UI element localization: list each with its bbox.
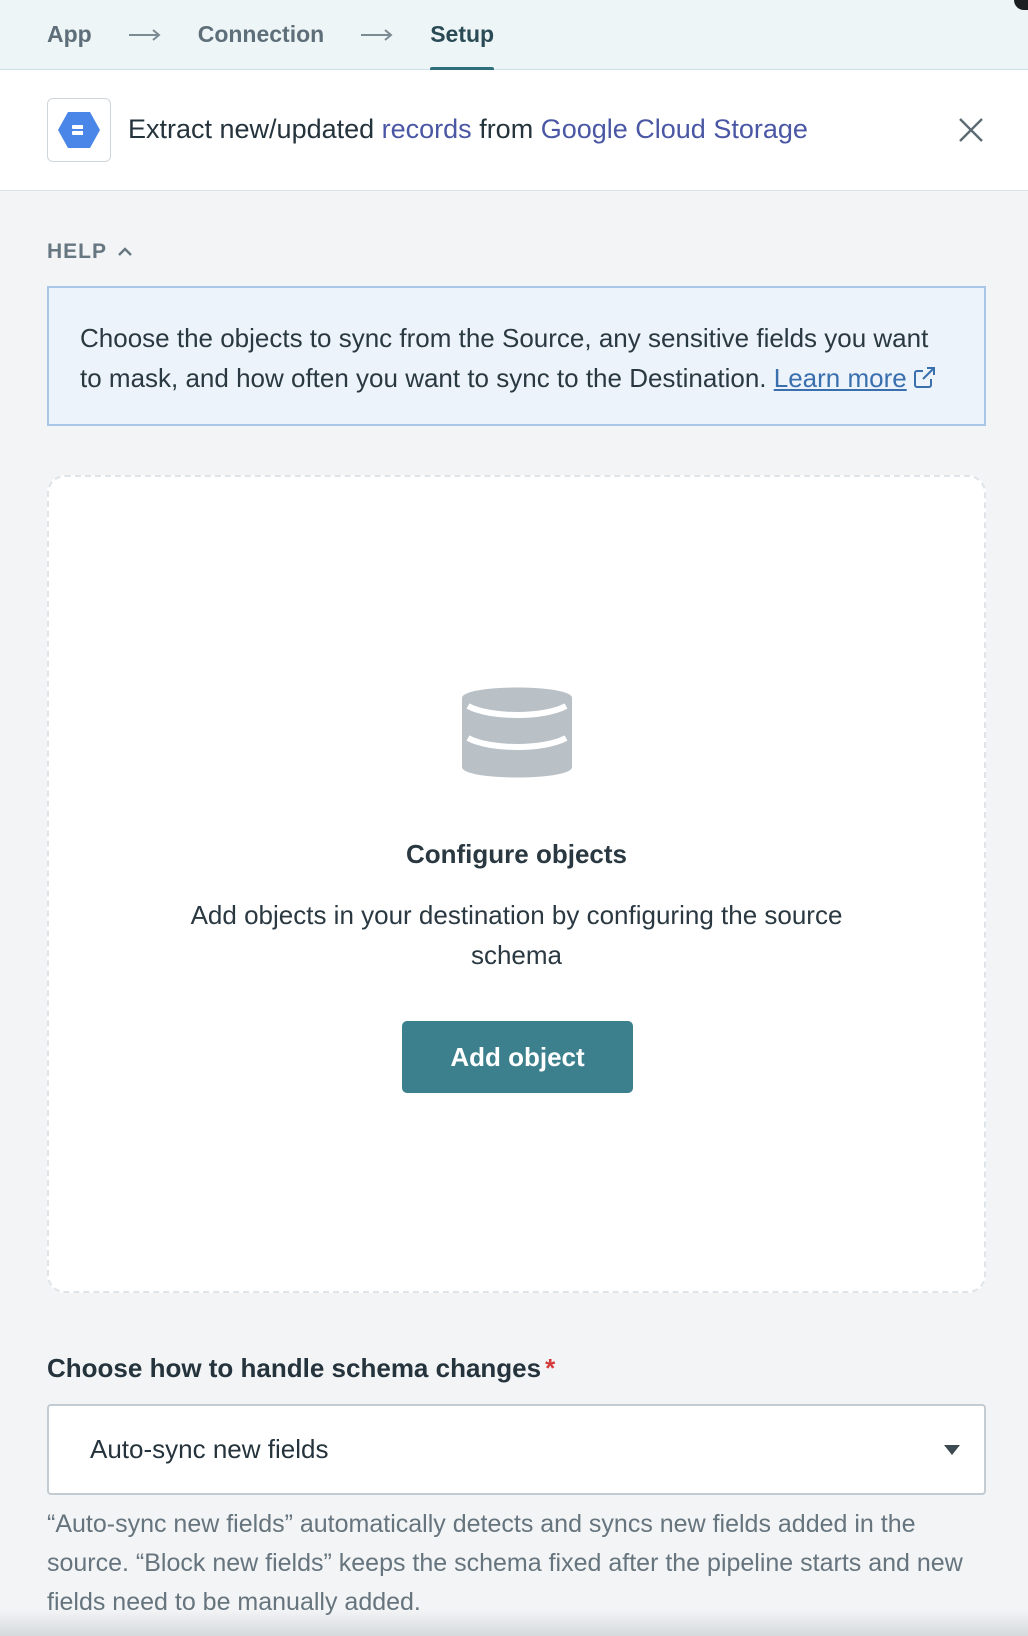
schema-help-text: “Auto-sync new fields” automatically det…	[47, 1510, 963, 1616]
arrow-right-icon	[361, 28, 393, 41]
breadcrumb-setup[interactable]: Setup	[430, 0, 494, 71]
caret-down-icon	[944, 1445, 960, 1455]
schema-changes-select[interactable]: Auto-sync new fields	[47, 1404, 986, 1495]
page: App Connection Setup Extract new/updated…	[0, 0, 1028, 1636]
database-icon	[462, 687, 572, 778]
arrow-right-icon	[128, 28, 161, 41]
schema-label-text: Choose how to handle schema changes	[47, 1353, 542, 1383]
title-prefix: Extract new/updated	[128, 114, 382, 144]
chevron-up-icon	[118, 247, 132, 256]
breadcrumb-app[interactable]: App	[47, 0, 92, 70]
configure-description: Add objects in your destination by confi…	[190, 900, 843, 970]
help-toggle-label: HELP	[47, 240, 108, 263]
schema-changes-label: Choose how to handle schema changes *	[47, 1353, 555, 1384]
step-header: Extract new/updated records from Google …	[0, 70, 1028, 191]
app-link[interactable]: Google Cloud Storage	[541, 114, 808, 144]
close-icon	[959, 118, 983, 142]
google-cloud-storage-icon	[58, 112, 100, 148]
configure-objects-panel: Configure objects Add objects in your de…	[47, 475, 986, 1293]
close-button[interactable]	[953, 112, 989, 148]
learn-more-link[interactable]: Learn more	[774, 363, 907, 393]
breadcrumb: App Connection Setup	[0, 0, 1028, 71]
object-link[interactable]: records	[382, 114, 472, 144]
title-middle: from	[471, 114, 541, 144]
configure-title: Configure objects	[405, 839, 627, 869]
add-object-button[interactable]: Add object	[402, 1021, 633, 1093]
window-corner	[1014, 0, 1028, 10]
breadcrumb-connection[interactable]: Connection	[198, 0, 325, 70]
help-panel: Choose the objects to sync from the Sour…	[47, 286, 986, 426]
schema-selected-value: Auto-sync new fields	[90, 1434, 329, 1464]
required-mark: *	[545, 1353, 556, 1383]
app-icon-tile	[47, 98, 111, 162]
external-link-icon[interactable]	[913, 367, 937, 389]
help-toggle[interactable]: HELP	[47, 240, 133, 264]
step-title: Extract new/updated records from Google …	[128, 114, 808, 145]
